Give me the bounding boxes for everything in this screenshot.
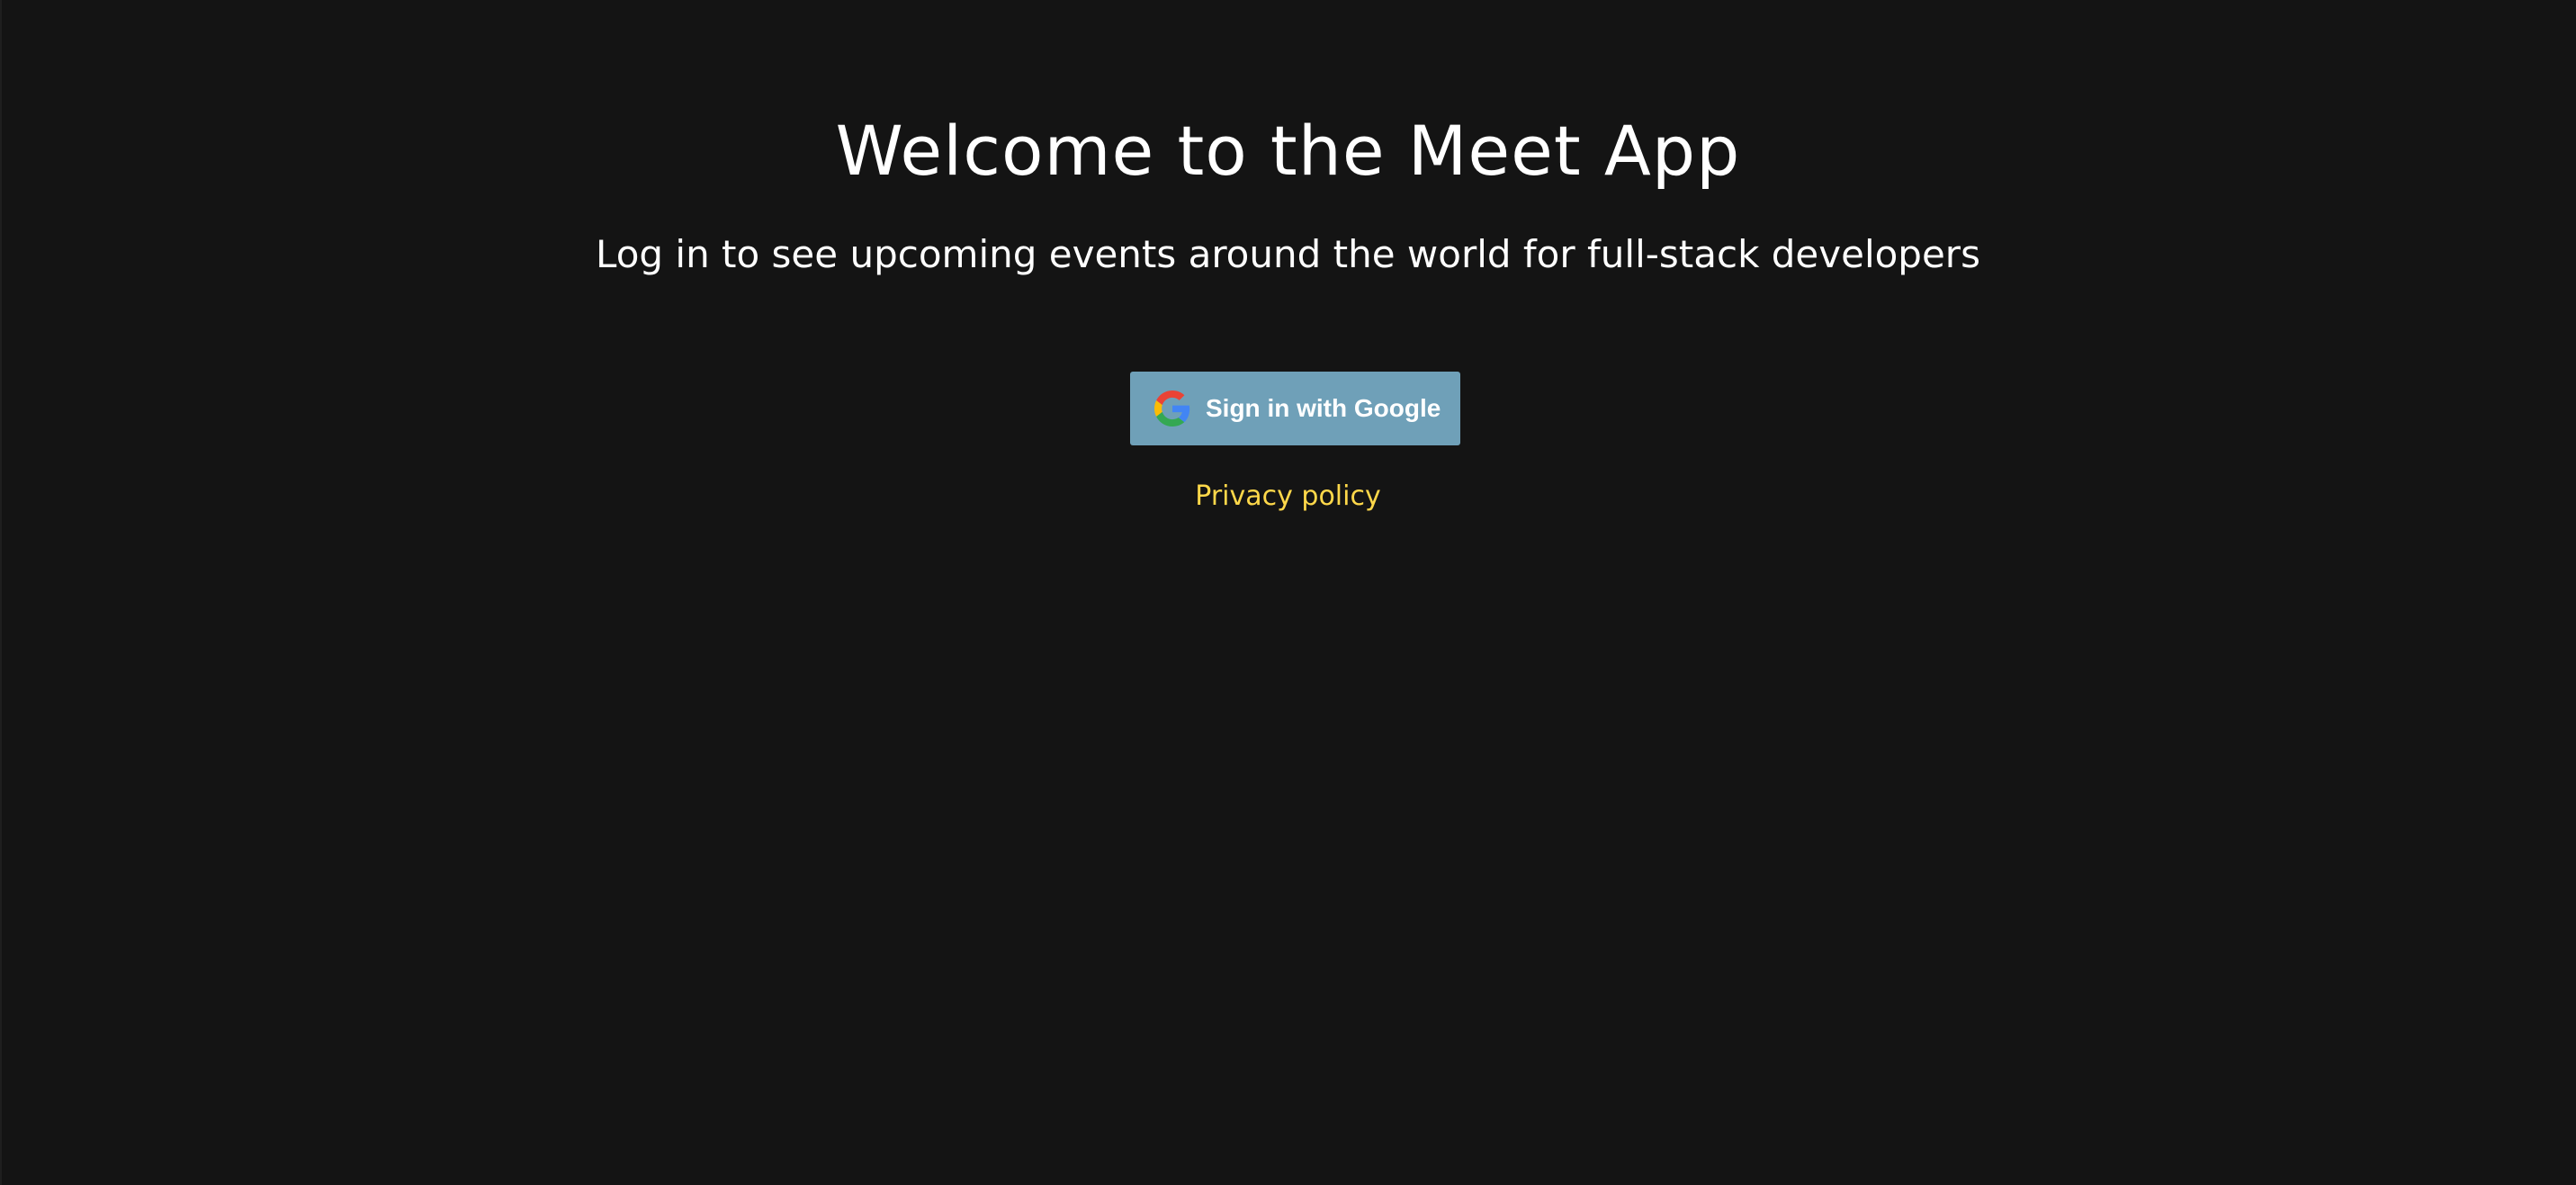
privacy-policy-link[interactable]: Privacy policy (1195, 480, 1380, 512)
page-subtitle: Log in to see upcoming events around the… (596, 232, 1980, 276)
privacy-policy-row: Privacy policy (0, 475, 2576, 518)
google-logo-icon (1154, 391, 1190, 426)
page-title: Welcome to the Meet App (835, 111, 1741, 191)
sign-in-with-google-label: Sign in with Google (1206, 394, 1441, 422)
login-page: Welcome to the Meet App Log in to see up… (0, 0, 2576, 1185)
sign-in-with-google-button[interactable]: Sign in with Google (1130, 372, 1460, 445)
